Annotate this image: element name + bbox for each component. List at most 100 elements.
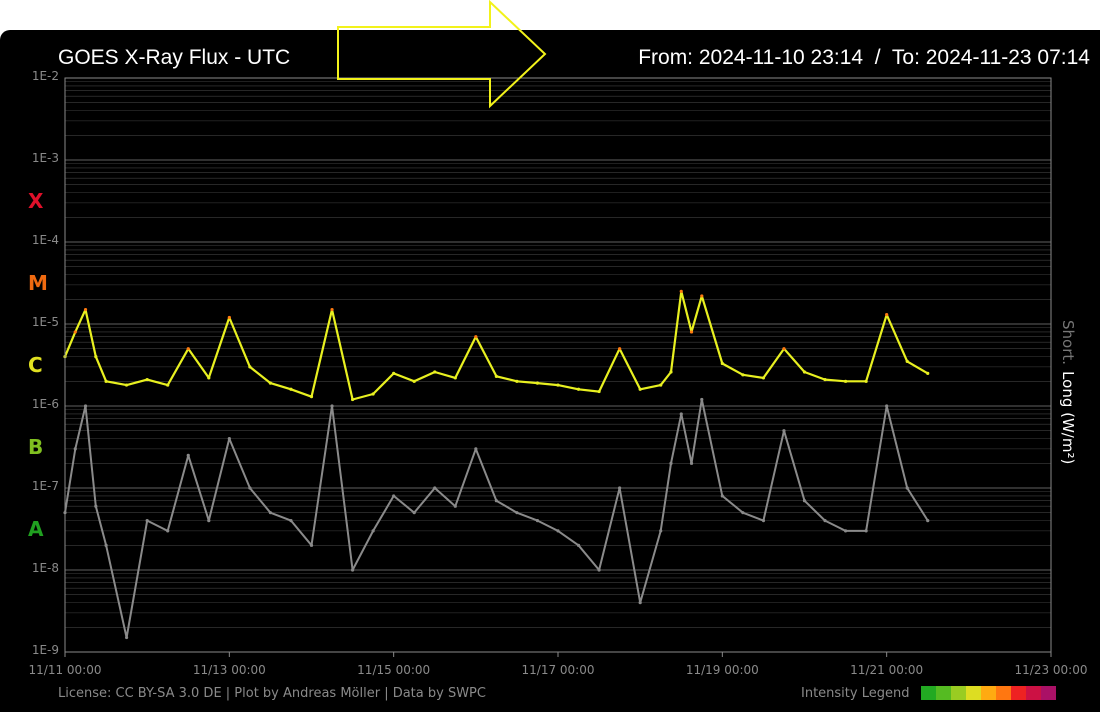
short-series-point (474, 447, 478, 451)
y-tick-label: 1E-4 (32, 233, 59, 247)
long-series-point (104, 379, 108, 383)
long-series-point (494, 374, 498, 378)
intensity-legend-label: Intensity Legend (801, 686, 909, 701)
long-series-point (474, 335, 478, 339)
short-series-point (227, 437, 231, 441)
y-axis-label-sep: . (1059, 360, 1077, 365)
long-series-point (782, 347, 786, 351)
long-series-point (73, 330, 77, 334)
legend-swatch (981, 686, 996, 700)
short-series-point (864, 529, 868, 533)
short-series-point (392, 494, 396, 498)
y-tick-label: 1E-9 (32, 643, 59, 657)
short-series-point (309, 543, 314, 547)
long-series-point (371, 392, 375, 396)
flare-class-B: B (28, 435, 43, 459)
long-series-point (885, 313, 889, 317)
long-series-point (227, 315, 231, 320)
short-series-point (145, 519, 149, 523)
short-series-point (885, 404, 889, 408)
long-series-point (83, 307, 88, 312)
short-series-point (494, 499, 498, 503)
long-series-point (94, 355, 98, 359)
short-series-point (689, 461, 694, 465)
long-series-point (309, 395, 314, 399)
long-series-point (679, 289, 683, 293)
x-tick-label: 11/21 00:00 (850, 663, 923, 677)
y-axis-label-short: Short (1059, 320, 1077, 360)
long-series-point (720, 361, 724, 366)
long-series-point (843, 379, 848, 383)
legend-swatch (996, 686, 1011, 700)
short-series-point (597, 568, 601, 572)
short-series-point (248, 486, 252, 490)
long-series-point (166, 383, 170, 387)
long-series-point (207, 376, 211, 380)
y-axis-label-long: Long (W/m²) (1059, 371, 1077, 464)
chart-title: GOES X-Ray Flux - UTC (58, 46, 290, 69)
short-series-point (659, 529, 663, 533)
short-series-point (515, 511, 519, 515)
short-series-point (802, 499, 807, 503)
x-tick-label: 11/19 00:00 (686, 663, 759, 677)
short-series-point (268, 511, 273, 515)
x-tick-label: 11/13 00:00 (193, 663, 266, 677)
long-series-point (392, 371, 396, 375)
legend-swatch (921, 686, 936, 700)
x-tick-label: 11/17 00:00 (522, 663, 595, 677)
long-series-point (268, 381, 273, 385)
y-tick-label: 1E-7 (32, 479, 59, 493)
x-tick-label: 11/23 00:00 (1015, 663, 1088, 677)
short-series-point (905, 486, 909, 490)
y-tick-label: 1E-3 (32, 151, 59, 165)
long-series-point (669, 370, 673, 374)
long-series-line (63, 290, 929, 401)
short-series-point (83, 404, 88, 408)
long-series-point (453, 376, 457, 380)
date-range: From: 2024-11-10 23:14 / To: 2024-11-23 … (638, 46, 1090, 69)
long-series-point (412, 379, 416, 383)
long-series-point (597, 389, 601, 394)
short-series-point (782, 429, 786, 433)
long-series-point (186, 347, 190, 351)
long-series-point (433, 370, 437, 374)
short-series-point (823, 519, 827, 523)
short-series-line (64, 398, 929, 639)
long-series-point (689, 330, 694, 334)
y-tick-label: 1E-2 (32, 69, 59, 83)
x-tick-labels: 11/11 00:00 11/13 00:00 11/15 00:00 11/17 0… (29, 652, 1088, 677)
y-tick-label: 1E-6 (32, 397, 59, 411)
flare-class-C: C (28, 353, 43, 377)
y-tick-label: 1E-5 (32, 315, 59, 329)
long-series-point (659, 383, 663, 387)
flare-class-A: A (28, 517, 44, 541)
long-series-point (802, 370, 807, 374)
short-series-point (576, 543, 581, 547)
short-series-point (104, 543, 108, 547)
short-series-point (618, 486, 622, 490)
long-series-point (535, 381, 540, 385)
short-series-point (926, 519, 930, 523)
short-series-point (350, 568, 355, 572)
flare-class-M: M (28, 271, 48, 295)
long-series-point (556, 383, 560, 387)
long-series-point (330, 307, 334, 312)
long-series-point (145, 377, 149, 382)
short-series-point (453, 504, 457, 508)
short-series-point (330, 404, 334, 408)
long-series-point (926, 371, 930, 375)
long-series-point (248, 365, 252, 369)
long-series-point (515, 379, 519, 383)
long-series-point (125, 383, 129, 387)
short-series-point (125, 635, 129, 640)
short-series-point (720, 494, 724, 498)
legend-swatch (1041, 686, 1056, 700)
long-series-point (823, 377, 827, 382)
xray-flux-chart: 1E-9 1E-8 1E-7 1E-6 1E-5 1E-4 1E-3 1E-2 X M C B A 1… (28, 46, 1090, 701)
short-series-point (73, 447, 77, 451)
legend-swatch (1026, 686, 1041, 700)
short-series-point (669, 461, 673, 465)
short-series-point (433, 486, 437, 490)
intensity-legend-swatches (921, 686, 1056, 700)
long-series-point (864, 379, 868, 383)
